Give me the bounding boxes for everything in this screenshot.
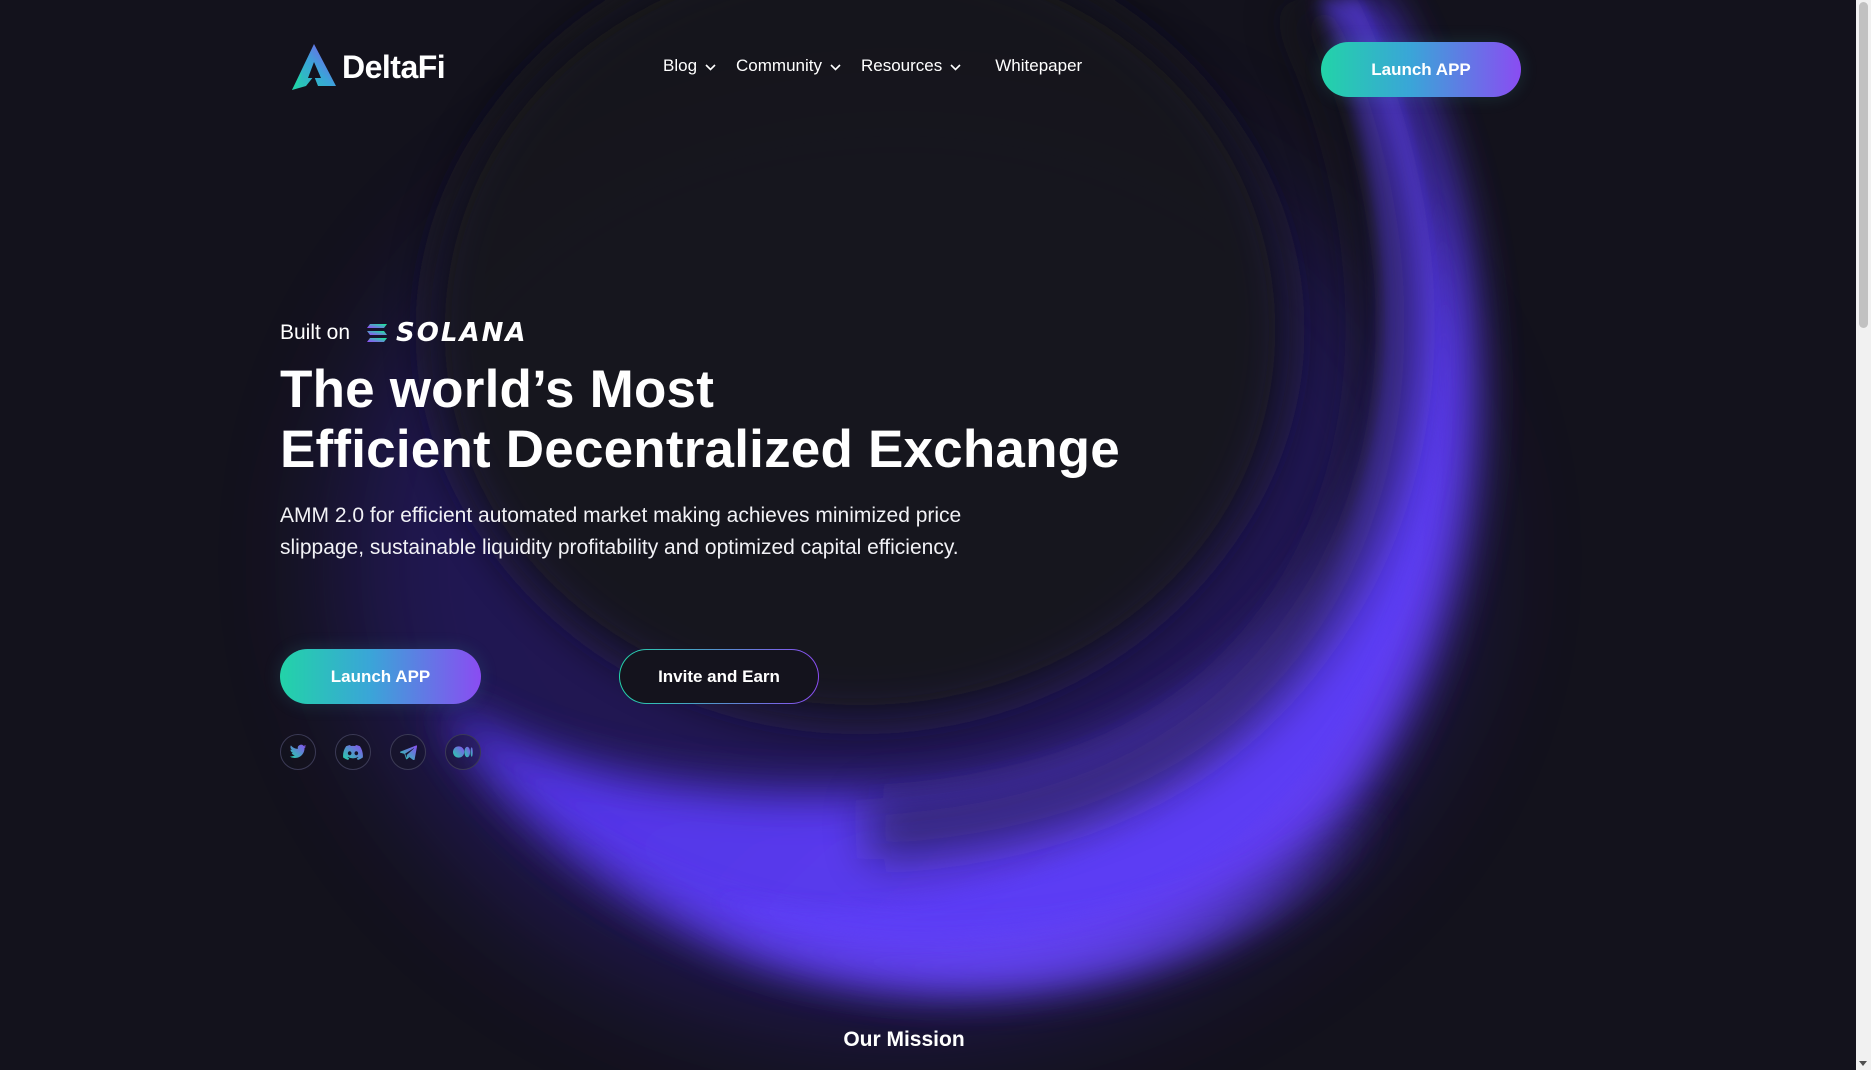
hero-launch-app-label: Launch APP [330,666,431,686]
solana-logo-icon [366,323,388,343]
nav-community-label: Community [736,56,822,75]
site-header: DeltaFi Blog Community Resources Whitepa… [0,0,1856,140]
telegram-icon [399,744,417,760]
built-on-solana: Built on SOLANA [280,318,527,348]
invite-and-earn-button[interactable]: Invite and Earn [619,649,819,704]
hero-title-line-2: Efficient Decentralized Exchange [280,420,1120,479]
nav-whitepaper-label: Whitepaper [995,56,1083,75]
deltafi-logo-icon [292,44,336,90]
nav-blog-label: Blog [663,56,698,75]
header-launch-app-button[interactable]: Launch APP [1321,42,1521,97]
chevron-down-icon [705,64,716,71]
brand-logo[interactable]: DeltaFi [288,42,446,92]
page: DeltaFi Blog Community Resources Whitepa… [0,0,1871,1070]
discord-icon [343,744,363,760]
social-links [280,734,500,770]
scroll-down-arrow-icon[interactable] [1859,1061,1867,1066]
hero-description: AMM 2.0 for efficient automated market m… [280,504,962,559]
hero-title-line-1: The world’s Most [280,360,715,419]
hero-title: The world’s Most Efficient Decentralized… [280,360,1120,480]
medium-link[interactable] [445,734,481,770]
twitter-icon [289,744,307,759]
nav-resources[interactable]: Resources [861,56,961,76]
chevron-down-icon [830,64,841,71]
invite-and-earn-label: Invite and Earn [658,666,780,686]
our-mission-heading: Our Mission [843,1028,965,1051]
medium-icon [453,746,473,758]
hero-launch-app-button[interactable]: Launch APP [280,649,481,704]
scrollbar-thumb[interactable] [1859,2,1868,328]
main-nav: Blog Community Resources Whitepaper [663,56,1082,76]
header-launch-app-label: Launch APP [1371,59,1471,79]
discord-link[interactable] [335,734,371,770]
telegram-link[interactable] [390,734,426,770]
chevron-down-icon [950,64,961,71]
nav-community[interactable]: Community [736,56,841,76]
twitter-link[interactable] [280,734,316,770]
built-on-label: Built on [280,321,351,344]
page-scrollbar[interactable] [1856,0,1871,1070]
nav-blog[interactable]: Blog [663,56,716,76]
logo-text: DeltaFi [342,48,446,85]
nav-resources-label: Resources [861,56,943,75]
solana-wordmark: SOLANA [396,318,528,348]
nav-whitepaper[interactable]: Whitepaper [995,56,1082,76]
